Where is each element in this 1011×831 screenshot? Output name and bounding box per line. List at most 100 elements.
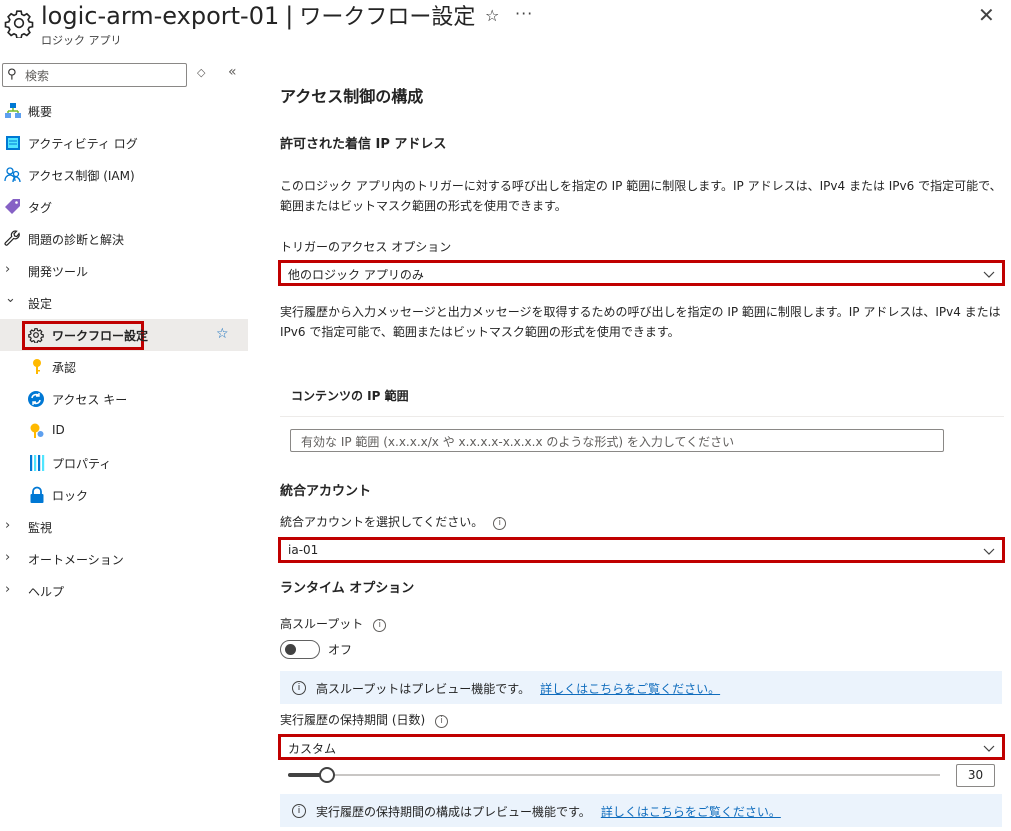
sidebar: ⚲ 検索 ◇ « 概要 アクティビティ ログ アクセス制御 (IAM) タグ 問… xyxy=(0,56,250,831)
activity-log-icon xyxy=(6,136,20,150)
sidebar-item-label: アクセス キー xyxy=(52,393,128,407)
section-title: アクセス制御の構成 xyxy=(280,87,424,106)
chevron-down-icon xyxy=(983,745,995,752)
sidebar-group-settings[interactable]: ⌄ 設定 xyxy=(0,287,248,319)
key-icon xyxy=(33,359,41,374)
sidebar-item-diagnose[interactable]: 問題の診断と解決 xyxy=(0,223,248,255)
trigger-access-label: トリガーのアクセス オプション xyxy=(280,240,452,254)
integration-account-dropdown[interactable]: ia-01 xyxy=(278,537,1005,563)
favorite-star-icon[interactable]: ☆ xyxy=(485,6,499,25)
page-title: logic-arm-export-01 | ワークフロー設定 xyxy=(41,0,475,34)
retention-label: 実行履歴の保持期間 (日数) i xyxy=(280,711,449,728)
retention-info-bar: i 実行履歴の保持期間の構成はプレビュー機能です。 詳しくはこちらをご覧ください。 xyxy=(280,794,1002,827)
retention-slider-track[interactable] xyxy=(288,774,940,776)
sidebar-item-properties[interactable]: プロパティ xyxy=(0,447,248,479)
sidebar-item-tags[interactable]: タグ xyxy=(0,191,248,223)
search-input[interactable]: ⚲ 検索 xyxy=(2,63,187,87)
history-description: 実行履歴から入力メッセージと出力メッセージを取得するための呼び出しを指定の IP… xyxy=(280,305,1001,339)
sidebar-item-overview[interactable]: 概要 xyxy=(0,95,248,127)
sidebar-item-workflow-settings[interactable]: ワークフロー設定 ☆ xyxy=(0,319,248,351)
chevron-right-icon: › xyxy=(5,582,11,597)
dropdown-value: 他のロジック アプリのみ xyxy=(288,268,424,282)
info-text: 高スループットはプレビュー機能です。 詳しくはこちらをご覧ください。 xyxy=(316,680,720,697)
pin-star-icon[interactable]: ☆ xyxy=(216,326,229,342)
identity-icon xyxy=(30,423,44,438)
retention-dropdown[interactable]: カスタム xyxy=(278,734,1005,760)
learn-more-link[interactable]: 詳しくはこちらをご覧ください。 xyxy=(540,682,720,696)
sidebar-item-label: 設定 xyxy=(28,297,53,311)
chevron-down-icon xyxy=(983,548,995,555)
info-icon[interactable]: i xyxy=(435,715,449,728)
sidebar-item-identity[interactable]: ID xyxy=(0,415,248,447)
sidebar-item-label: 承認 xyxy=(52,361,77,375)
gear-icon xyxy=(28,328,44,343)
collapse-sidebar-icon[interactable]: « xyxy=(228,64,237,80)
info-icon[interactable]: i xyxy=(373,619,387,632)
retention-slider-thumb[interactable] xyxy=(319,767,335,783)
integration-account-label-text: 統合アカウントを選択してください。 xyxy=(280,515,484,529)
sidebar-item-activity-log[interactable]: アクティビティ ログ xyxy=(0,127,248,159)
sidebar-item-label: タグ xyxy=(28,201,53,215)
divider xyxy=(280,416,1004,417)
wrench-icon xyxy=(4,230,20,246)
sidebar-group-dev-tools[interactable]: › 開発ツール xyxy=(0,255,248,287)
sidebar-item-label: 開発ツール xyxy=(28,265,89,279)
sidebar-item-iam[interactable]: アクセス制御 (IAM) xyxy=(0,159,248,191)
sidebar-group-monitoring[interactable]: › 監視 xyxy=(0,511,248,543)
learn-more-link[interactable]: 詳しくはこちらをご覧ください。 xyxy=(601,805,781,819)
sidebar-item-authorization[interactable]: 承認 xyxy=(0,351,248,383)
sidebar-item-label: ロック xyxy=(52,489,89,503)
info-message: 実行履歴の保持期間の構成はプレビュー機能です。 xyxy=(316,805,591,819)
trigger-access-dropdown[interactable]: 他のロジック アプリのみ xyxy=(278,260,1005,286)
sidebar-item-access-keys[interactable]: アクセス キー xyxy=(0,383,248,415)
resource-type: ロジック アプリ xyxy=(41,34,122,47)
sidebar-item-label: 問題の診断と解決 xyxy=(28,233,125,247)
title-separator: | xyxy=(285,2,294,30)
access-key-icon xyxy=(28,391,44,407)
dropdown-value: ia-01 xyxy=(288,543,319,557)
chevron-down-icon: ⌄ xyxy=(5,291,16,306)
info-icon: i xyxy=(292,681,306,695)
sidebar-item-label: ID xyxy=(52,423,65,437)
sidebar-item-label: アクティビティ ログ xyxy=(28,137,138,151)
integration-account-heading: 統合アカウント xyxy=(280,484,372,499)
input-placeholder: 有効な IP 範囲 (x.x.x.x/x や x.x.x.x-x.x.x.x の… xyxy=(301,435,735,449)
content-ip-input[interactable]: 有効な IP 範囲 (x.x.x.x/x や x.x.x.x-x.x.x.x の… xyxy=(290,429,944,452)
sidebar-item-label: プロパティ xyxy=(52,457,112,471)
toggle-knob xyxy=(285,644,296,655)
retention-label-text: 実行履歴の保持期間 (日数) xyxy=(280,713,426,727)
search-icon: ⚲ xyxy=(7,67,17,82)
sidebar-item-label: アクセス制御 (IAM) xyxy=(28,169,135,183)
content-ip-heading: コンテンツの IP 範囲 xyxy=(291,389,409,403)
high-throughput-toggle[interactable] xyxy=(280,640,320,659)
sidebar-item-label: ワークフロー設定 xyxy=(52,329,149,343)
sidebar-item-label: オートメーション xyxy=(28,553,124,567)
incoming-ip-heading: 許可された着信 IP アドレス xyxy=(280,137,447,152)
close-icon[interactable]: ✕ xyxy=(978,3,995,27)
retention-days-input[interactable]: 30 xyxy=(956,764,995,787)
tag-icon xyxy=(5,199,20,214)
dropdown-value: カスタム xyxy=(288,742,337,756)
runtime-options-heading: ランタイム オプション xyxy=(280,581,415,596)
sidebar-item-locks[interactable]: ロック xyxy=(0,479,248,511)
sidebar-item-label: 概要 xyxy=(28,105,53,119)
chevron-down-icon xyxy=(983,271,995,278)
sidebar-group-automation[interactable]: › オートメーション xyxy=(0,543,248,575)
toggle-state: オフ xyxy=(328,643,353,657)
chevron-right-icon: › xyxy=(5,262,11,277)
properties-icon xyxy=(30,455,45,471)
info-text: 実行履歴の保持期間の構成はプレビュー機能です。 詳しくはこちらをご覧ください。 xyxy=(316,803,781,820)
page-name: ワークフロー設定 xyxy=(299,5,476,30)
more-options-icon[interactable]: ··· xyxy=(515,4,533,23)
resource-name: logic-arm-export-01 xyxy=(41,2,280,30)
info-message: 高スループットはプレビュー機能です。 xyxy=(316,682,531,696)
high-throughput-label-text: 高スループット xyxy=(280,617,364,631)
throughput-info-bar: i 高スループットはプレビュー機能です。 詳しくはこちらをご覧ください。 xyxy=(280,671,1002,704)
sidebar-group-help[interactable]: › ヘルプ xyxy=(0,575,248,607)
info-icon[interactable]: i xyxy=(493,517,507,530)
gear-icon xyxy=(4,10,34,38)
high-throughput-label: 高スループット i xyxy=(280,615,387,632)
search-placeholder: 検索 xyxy=(25,69,50,83)
blade-header: logic-arm-export-01 | ワークフロー設定 ロジック アプリ ☆ … xyxy=(0,0,1011,56)
sort-icon[interactable]: ◇ xyxy=(197,66,205,79)
